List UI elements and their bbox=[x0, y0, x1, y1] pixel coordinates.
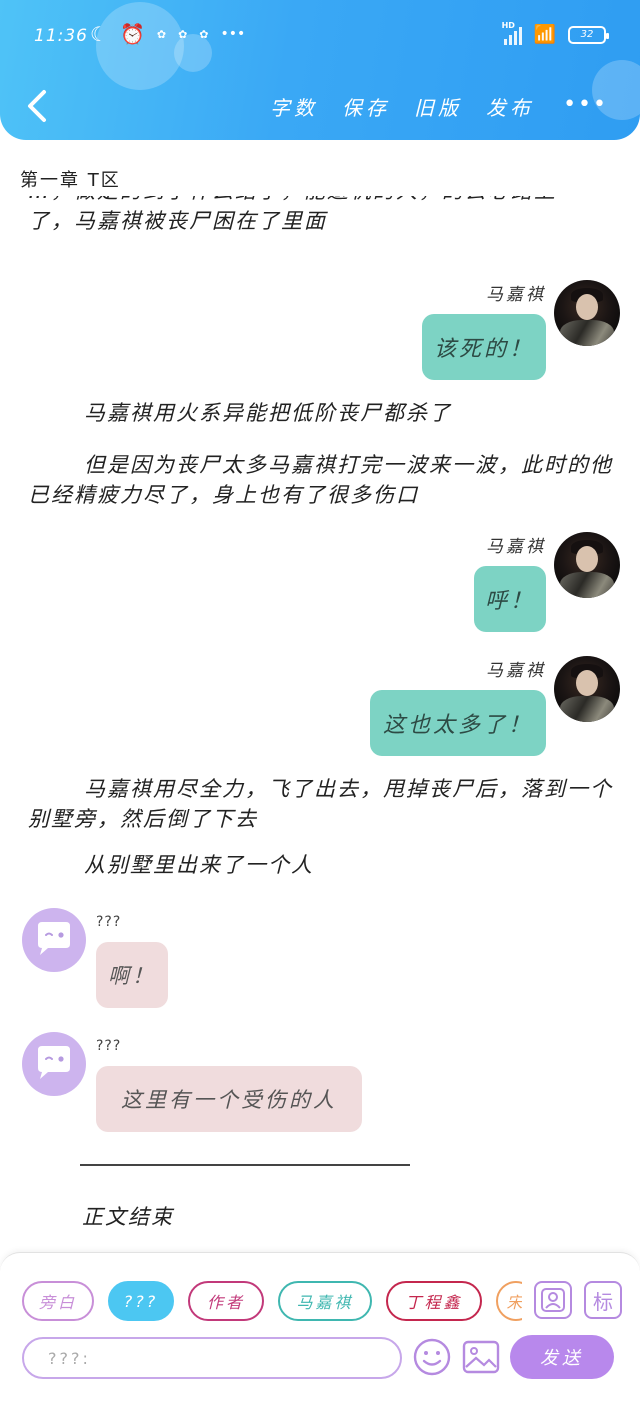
role-chip[interactable]: 旁白 bbox=[22, 1281, 94, 1321]
paragraph-line: 了，马嘉祺被丧尸困在了里面 bbox=[28, 209, 327, 233]
chapter-title: 第一章 T区 bbox=[20, 170, 121, 191]
image-icon bbox=[462, 1340, 500, 1374]
nav-row: 字数 保存 旧版 发布 ••• bbox=[0, 82, 640, 130]
app-header: 11:36 ☾ ⏰ ✿ ✿ ✿ ••• HD 📶 32 字数 保存 旧版 发布 … bbox=[0, 0, 640, 140]
app-notification-icon: ✿ bbox=[178, 27, 188, 41]
speaker-name: 马嘉祺 bbox=[486, 537, 546, 557]
composer-panel: 旁白??? 作者马嘉祺丁程鑫宋 标 ???: 发送 bbox=[0, 1252, 640, 1423]
story-paragraph: …，做是的到了什么结了，能避机的人，的去心路上 了，马嘉祺被丧尸困在了里面 bbox=[28, 196, 614, 236]
speaker-name: 马嘉祺 bbox=[486, 661, 546, 681]
role-chip[interactable]: ??? bbox=[108, 1281, 174, 1321]
story-paragraph: 马嘉祺用火系异能把低阶丧尸都杀了 bbox=[84, 401, 452, 425]
divider bbox=[80, 1164, 410, 1166]
status-icons: ☾ ⏰ ✿ ✿ ✿ ••• bbox=[90, 22, 245, 46]
avatar[interactable] bbox=[554, 280, 620, 346]
avatar[interactable] bbox=[22, 908, 86, 972]
chat-bot-icon bbox=[38, 1046, 70, 1079]
more-options-button[interactable]: ••• bbox=[563, 92, 608, 117]
battery-icon: 32 bbox=[568, 25, 609, 44]
chevron-left-icon bbox=[28, 90, 46, 122]
message-bubble[interactable]: 这里有一个受伤的人 bbox=[96, 1066, 362, 1132]
tag-icon[interactable]: 标 bbox=[584, 1281, 622, 1319]
story-paragraph: 但是因为丧尸太多马嘉祺打完一波来一波，此时的他已经精疲力尽了，身上也有了很多伤口 bbox=[28, 453, 613, 507]
ending-text: 正文结束 bbox=[82, 1205, 174, 1229]
moon-icon: ☾ bbox=[90, 22, 108, 46]
avatar[interactable] bbox=[554, 656, 620, 722]
speaker-name: ??? bbox=[96, 1038, 122, 1054]
speaker-name: ??? bbox=[96, 914, 122, 930]
character-manage-icon[interactable] bbox=[534, 1281, 572, 1319]
send-button[interactable]: 发送 bbox=[510, 1335, 614, 1379]
publish-button[interactable]: 发布 bbox=[486, 92, 534, 121]
role-chip[interactable]: 宋 bbox=[496, 1281, 522, 1321]
chat-bot-icon bbox=[38, 922, 70, 955]
speaker-name: 马嘉祺 bbox=[486, 285, 546, 305]
word-count-button[interactable]: 字数 bbox=[270, 92, 318, 121]
wifi-icon: 📶 bbox=[533, 24, 556, 45]
role-chip[interactable]: 作者 bbox=[188, 1281, 264, 1321]
back-button[interactable] bbox=[22, 86, 52, 126]
image-button[interactable] bbox=[462, 1339, 500, 1375]
role-selector: 旁白??? 作者马嘉祺丁程鑫宋 bbox=[22, 1281, 522, 1321]
message-bubble[interactable]: 这也太多了！ bbox=[370, 690, 546, 756]
message-bubble[interactable]: 啊！ bbox=[96, 942, 168, 1008]
app-notification-icon: ✿ bbox=[156, 27, 167, 41]
save-button[interactable]: 保存 bbox=[342, 92, 390, 121]
old-version-button[interactable]: 旧版 bbox=[414, 92, 462, 121]
role-chip[interactable]: 丁程鑫 bbox=[386, 1281, 482, 1321]
network-type: HD bbox=[501, 20, 515, 30]
status-time: 11:36 bbox=[34, 26, 88, 46]
story-content: …，做是的到了什么结了，能避机的人，的去心路上 了，马嘉祺被丧尸困在了里面 马嘉… bbox=[0, 196, 640, 1254]
story-paragraph: 马嘉祺用尽全力，飞了出去，甩掉丧尸后，落到一个别墅旁，然后倒了下去 bbox=[28, 777, 613, 831]
story-paragraph: 从别墅里出来了一个人 bbox=[84, 853, 314, 877]
role-list: 旁白??? 作者马嘉祺丁程鑫宋 bbox=[22, 1281, 522, 1321]
battery-level: 32 bbox=[580, 29, 594, 40]
paragraph-line-partial: …，做是的到了什么结了，能避机的人，的去心路上 bbox=[28, 196, 614, 206]
header-actions: 字数 保存 旧版 发布 bbox=[270, 92, 534, 121]
status-bar: 11:36 ☾ ⏰ ✿ ✿ ✿ ••• HD 📶 32 bbox=[0, 18, 640, 58]
avatar[interactable] bbox=[554, 532, 620, 598]
avatar[interactable] bbox=[22, 1032, 86, 1096]
input-placeholder: ???: bbox=[48, 1348, 91, 1368]
status-right: HD 📶 32 bbox=[502, 21, 609, 45]
more-notifications-icon: ••• bbox=[220, 26, 246, 42]
smiley-icon bbox=[413, 1338, 451, 1376]
tag-label: 标 bbox=[593, 1289, 613, 1314]
message-bubble[interactable]: 呼！ bbox=[474, 566, 546, 632]
emoji-button[interactable] bbox=[412, 1337, 452, 1377]
message-input[interactable]: ???: bbox=[22, 1337, 402, 1379]
alarm-icon: ⏰ bbox=[119, 22, 145, 46]
app-notification-icon: ✿ bbox=[199, 27, 209, 41]
signal-icon: HD bbox=[502, 21, 522, 45]
message-bubble[interactable]: 该死的！ bbox=[422, 314, 546, 380]
role-chip[interactable]: 马嘉祺 bbox=[278, 1281, 372, 1321]
